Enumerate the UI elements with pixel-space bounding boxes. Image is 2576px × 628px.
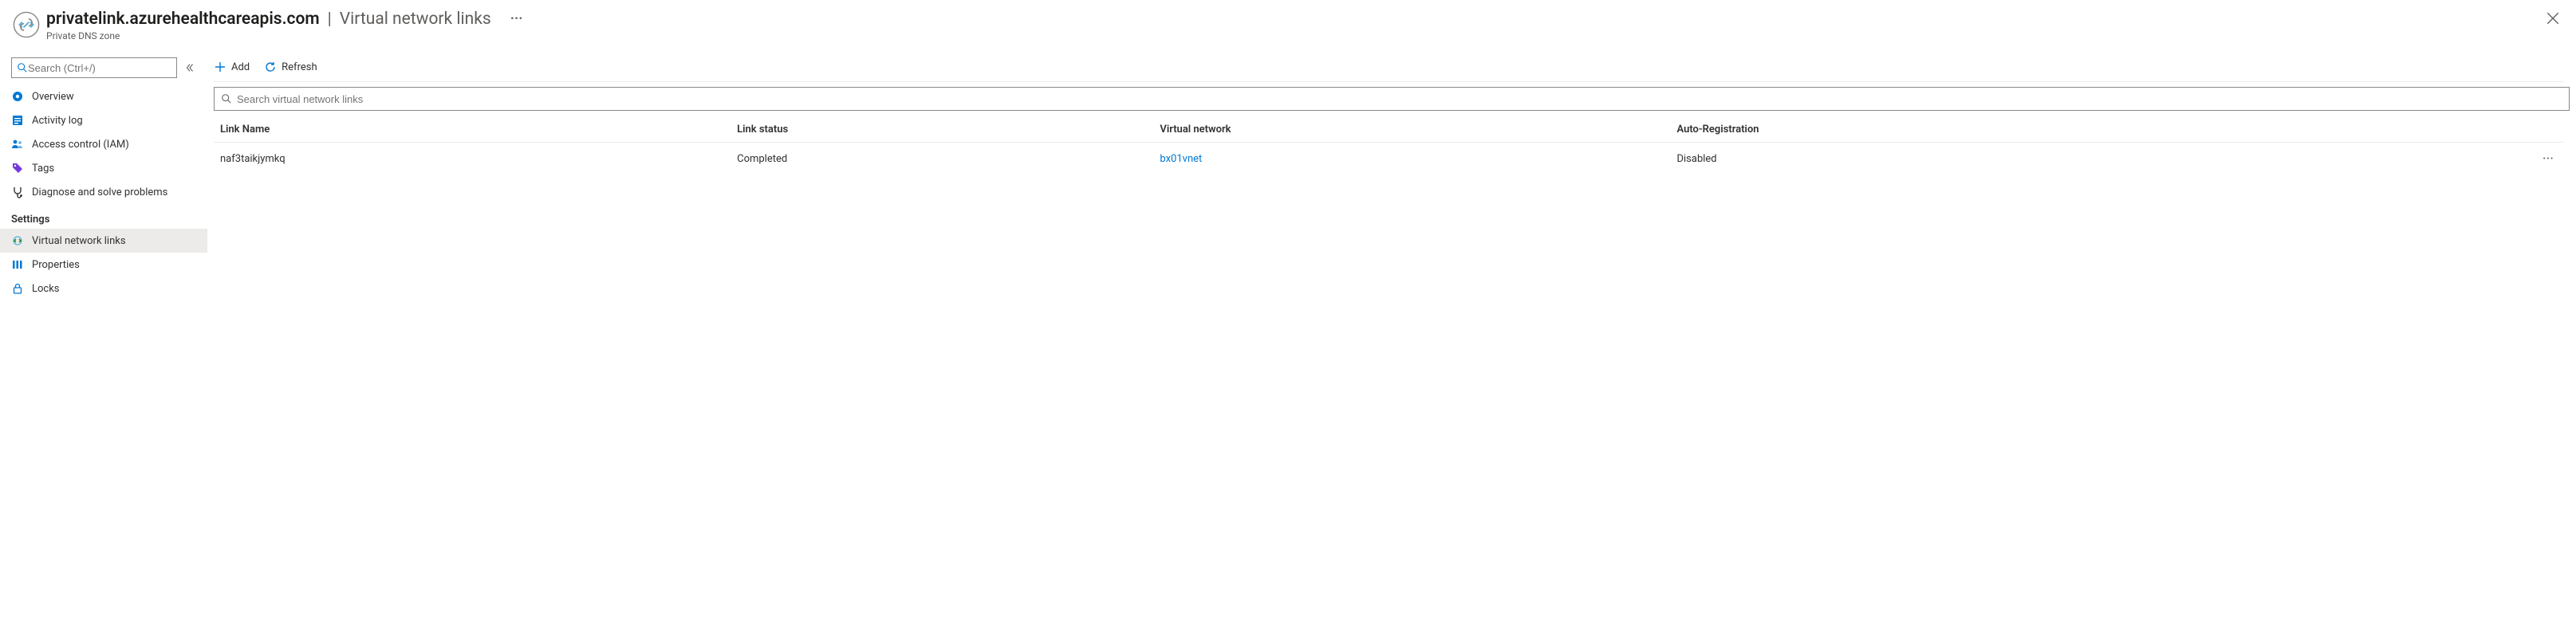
- tags-icon: [11, 162, 24, 175]
- sidebar: Overview Activity log Access control (IA…: [0, 49, 207, 300]
- sidebar-group-settings: Settings: [0, 204, 207, 229]
- properties-icon: [11, 258, 24, 271]
- cell-auto-registration: Disabled: [1670, 143, 2523, 176]
- sidebar-item-properties[interactable]: Properties: [0, 253, 207, 277]
- page-title: privatelink.azurehealthcareapis.com | Vi…: [46, 8, 522, 30]
- refresh-icon: [264, 61, 277, 73]
- th-link-status[interactable]: Link status: [731, 117, 1153, 143]
- sidebar-item-label: Tags: [32, 163, 54, 175]
- sidebar-item-access-control[interactable]: Access control (IAM): [0, 132, 207, 156]
- refresh-button-label: Refresh: [282, 61, 317, 73]
- sidebar-item-diagnose[interactable]: Diagnose and solve problems: [0, 180, 207, 204]
- sidebar-item-label: Locks: [32, 283, 60, 295]
- sidebar-item-label: Activity log: [32, 115, 83, 127]
- sidebar-item-label: Virtual network links: [32, 235, 126, 247]
- title-section: Virtual network links: [340, 10, 491, 29]
- close-button[interactable]: [2546, 11, 2560, 26]
- table-row[interactable]: naf3taikjymkq Completed bx01vnet Disable…: [214, 143, 2563, 176]
- filter-search[interactable]: [214, 87, 2570, 111]
- search-icon: [17, 62, 28, 73]
- sidebar-item-overview[interactable]: Overview: [0, 84, 207, 108]
- sidebar-item-label: Access control (IAM): [32, 139, 129, 151]
- sidebar-item-label: Overview: [32, 91, 74, 103]
- divider: [214, 81, 2563, 82]
- sidebar-search-input[interactable]: [28, 62, 171, 74]
- vnet-link[interactable]: bx01vnet: [1160, 153, 1202, 165]
- sidebar-item-virtual-network-links[interactable]: Virtual network links: [0, 229, 207, 253]
- sidebar-item-tags[interactable]: Tags: [0, 156, 207, 180]
- th-link-name[interactable]: Link Name: [214, 117, 731, 143]
- page-header: privatelink.azurehealthcareapis.com | Vi…: [0, 0, 2576, 49]
- sidebar-item-label: Properties: [32, 259, 80, 271]
- title-separator: |: [328, 10, 332, 29]
- cell-link-status: Completed: [731, 143, 1153, 176]
- th-virtual-network[interactable]: Virtual network: [1153, 117, 1670, 143]
- plus-icon: [214, 61, 226, 73]
- cell-link-name: naf3taikjymkq: [214, 143, 731, 176]
- vnet-links-icon: [11, 234, 24, 247]
- row-more-button[interactable]: ···: [2523, 143, 2563, 176]
- cell-virtual-network: bx01vnet: [1153, 143, 1670, 176]
- locks-icon: [11, 282, 24, 295]
- add-button[interactable]: Add: [214, 61, 250, 73]
- title-resource-name: privatelink.azurehealthcareapis.com: [46, 10, 320, 29]
- header-more-button[interactable]: ···: [510, 8, 523, 30]
- breadcrumb: Private DNS zone: [46, 30, 522, 41]
- sidebar-item-activity-log[interactable]: Activity log: [0, 108, 207, 132]
- access-control-icon: [11, 138, 24, 151]
- activity-log-icon: [11, 114, 24, 127]
- sidebar-search[interactable]: [11, 57, 177, 78]
- sidebar-item-locks[interactable]: Locks: [0, 277, 207, 300]
- refresh-button[interactable]: Refresh: [264, 61, 317, 73]
- th-auto-registration[interactable]: Auto-Registration: [1670, 117, 2523, 143]
- main-content: Add Refresh Link Name Link status Virtua…: [207, 49, 2576, 300]
- vnet-links-table: Link Name Link status Virtual network Au…: [214, 117, 2563, 175]
- resource-icon: [13, 11, 40, 38]
- add-button-label: Add: [231, 61, 250, 73]
- overview-icon: [11, 90, 24, 103]
- sidebar-item-label: Diagnose and solve problems: [32, 186, 167, 198]
- search-icon: [221, 93, 232, 104]
- filter-search-input[interactable]: [237, 93, 2562, 105]
- collapse-sidebar-button[interactable]: [183, 61, 196, 74]
- toolbar: Add Refresh: [207, 49, 2563, 81]
- diagnose-icon: [11, 186, 24, 198]
